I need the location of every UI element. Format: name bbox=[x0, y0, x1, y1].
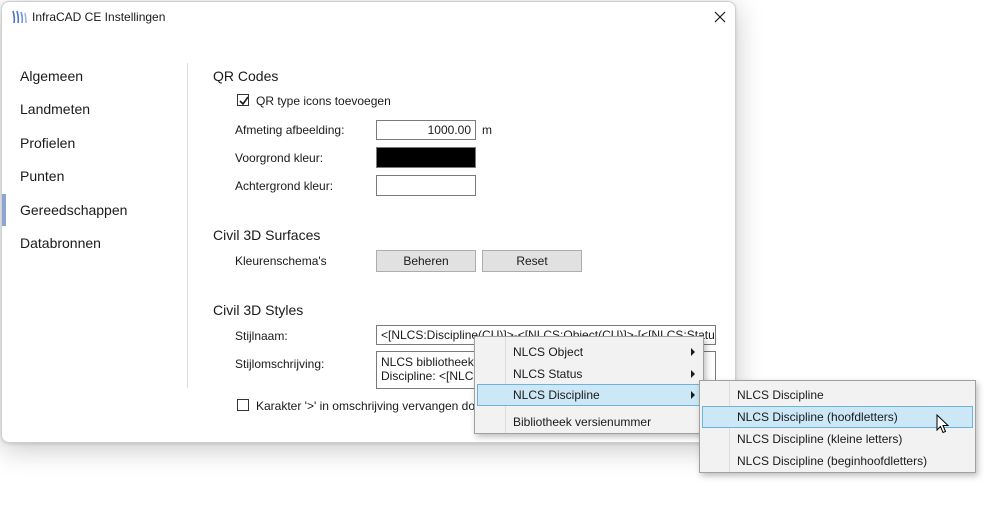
fg-color-label: Voorgrond kleur: bbox=[235, 151, 324, 165]
title-bar: InfraCAD CE Instellingen bbox=[2, 2, 735, 32]
submenu-arrow-icon bbox=[691, 348, 695, 356]
manage-button[interactable]: Beheren bbox=[376, 250, 476, 272]
submenu-arrow-icon bbox=[691, 391, 695, 399]
bg-color-swatch[interactable] bbox=[376, 175, 476, 196]
color-scheme-label: Kleurenschema's bbox=[235, 254, 327, 268]
window-title: InfraCAD CE Instellingen bbox=[32, 10, 166, 24]
context-menu: NLCS Object NLCS Status NLCS Discipline … bbox=[474, 336, 704, 434]
submenu-arrow-icon bbox=[691, 370, 695, 378]
discipline-submenu: NLCS Discipline NLCS Discipline (hoofdle… bbox=[699, 380, 976, 473]
menu-item-label: NLCS Discipline (beginhoofdletters) bbox=[737, 454, 928, 468]
replace-char-label: Karakter '>' in omschrijving vervangen d… bbox=[256, 399, 476, 413]
menu-item-library-version[interactable]: Bibliotheek versienummer bbox=[477, 411, 701, 433]
submenu-item-discipline-lowercase[interactable]: NLCS Discipline (kleine letters) bbox=[702, 428, 973, 450]
style-name-label: Stijlnaam: bbox=[235, 329, 288, 343]
nav-selection-indicator bbox=[2, 194, 6, 226]
fg-color-swatch[interactable] bbox=[376, 147, 476, 168]
reset-button[interactable]: Reset bbox=[482, 250, 582, 272]
nav-item-algemeen[interactable]: Algemeen bbox=[20, 68, 83, 84]
menu-item-nlcs-discipline[interactable]: NLCS Discipline bbox=[477, 384, 701, 406]
size-input[interactable]: 1000.00 bbox=[376, 120, 476, 140]
submenu-item-discipline-uppercase[interactable]: NLCS Discipline (hoofdletters) bbox=[702, 406, 973, 428]
close-icon bbox=[714, 11, 726, 23]
submenu-item-discipline-titlecase[interactable]: NLCS Discipline (beginhoofdletters) bbox=[702, 450, 973, 472]
style-desc-label: Stijlomschrijving: bbox=[235, 357, 325, 371]
qr-icons-checkbox[interactable] bbox=[237, 94, 249, 106]
size-unit: m bbox=[482, 123, 492, 137]
menu-item-label: NLCS Discipline bbox=[737, 388, 824, 402]
menu-item-label: Bibliotheek versienummer bbox=[513, 415, 652, 429]
nav-item-profielen[interactable]: Profielen bbox=[20, 135, 75, 151]
qr-section-title: QR Codes bbox=[213, 68, 279, 84]
menu-item-label: NLCS Object bbox=[513, 345, 584, 359]
menu-item-label: NLCS Discipline (hoofdletters) bbox=[737, 410, 898, 424]
styles-section-title: Civil 3D Styles bbox=[213, 302, 304, 318]
menu-item-label: NLCS Status bbox=[513, 367, 583, 381]
close-button[interactable] bbox=[706, 4, 734, 30]
menu-item-nlcs-status[interactable]: NLCS Status bbox=[477, 363, 701, 385]
submenu-item-discipline[interactable]: NLCS Discipline bbox=[702, 384, 973, 406]
nav-item-databronnen[interactable]: Databronnen bbox=[20, 235, 101, 251]
size-label: Afmeting afbeelding: bbox=[235, 123, 345, 137]
replace-char-checkbox[interactable] bbox=[237, 399, 249, 411]
checkmark-icon bbox=[239, 96, 249, 106]
menu-item-label: NLCS Discipline (kleine letters) bbox=[737, 432, 903, 446]
menu-item-label: NLCS Discipline bbox=[513, 388, 600, 402]
qr-icons-label: QR type icons toevoegen bbox=[256, 94, 391, 108]
nav-item-landmeten[interactable]: Landmeten bbox=[20, 101, 90, 117]
infracad-logo-icon bbox=[11, 9, 28, 25]
bg-color-label: Achtergrond kleur: bbox=[235, 179, 334, 193]
surfaces-section-title: Civil 3D Surfaces bbox=[213, 227, 321, 243]
nav-divider bbox=[187, 63, 188, 388]
nav-item-punten[interactable]: Punten bbox=[20, 168, 64, 184]
mouse-cursor-icon bbox=[936, 414, 950, 434]
menu-item-nlcs-object[interactable]: NLCS Object bbox=[477, 341, 701, 363]
nav-item-gereedschappen[interactable]: Gereedschappen bbox=[20, 202, 127, 218]
